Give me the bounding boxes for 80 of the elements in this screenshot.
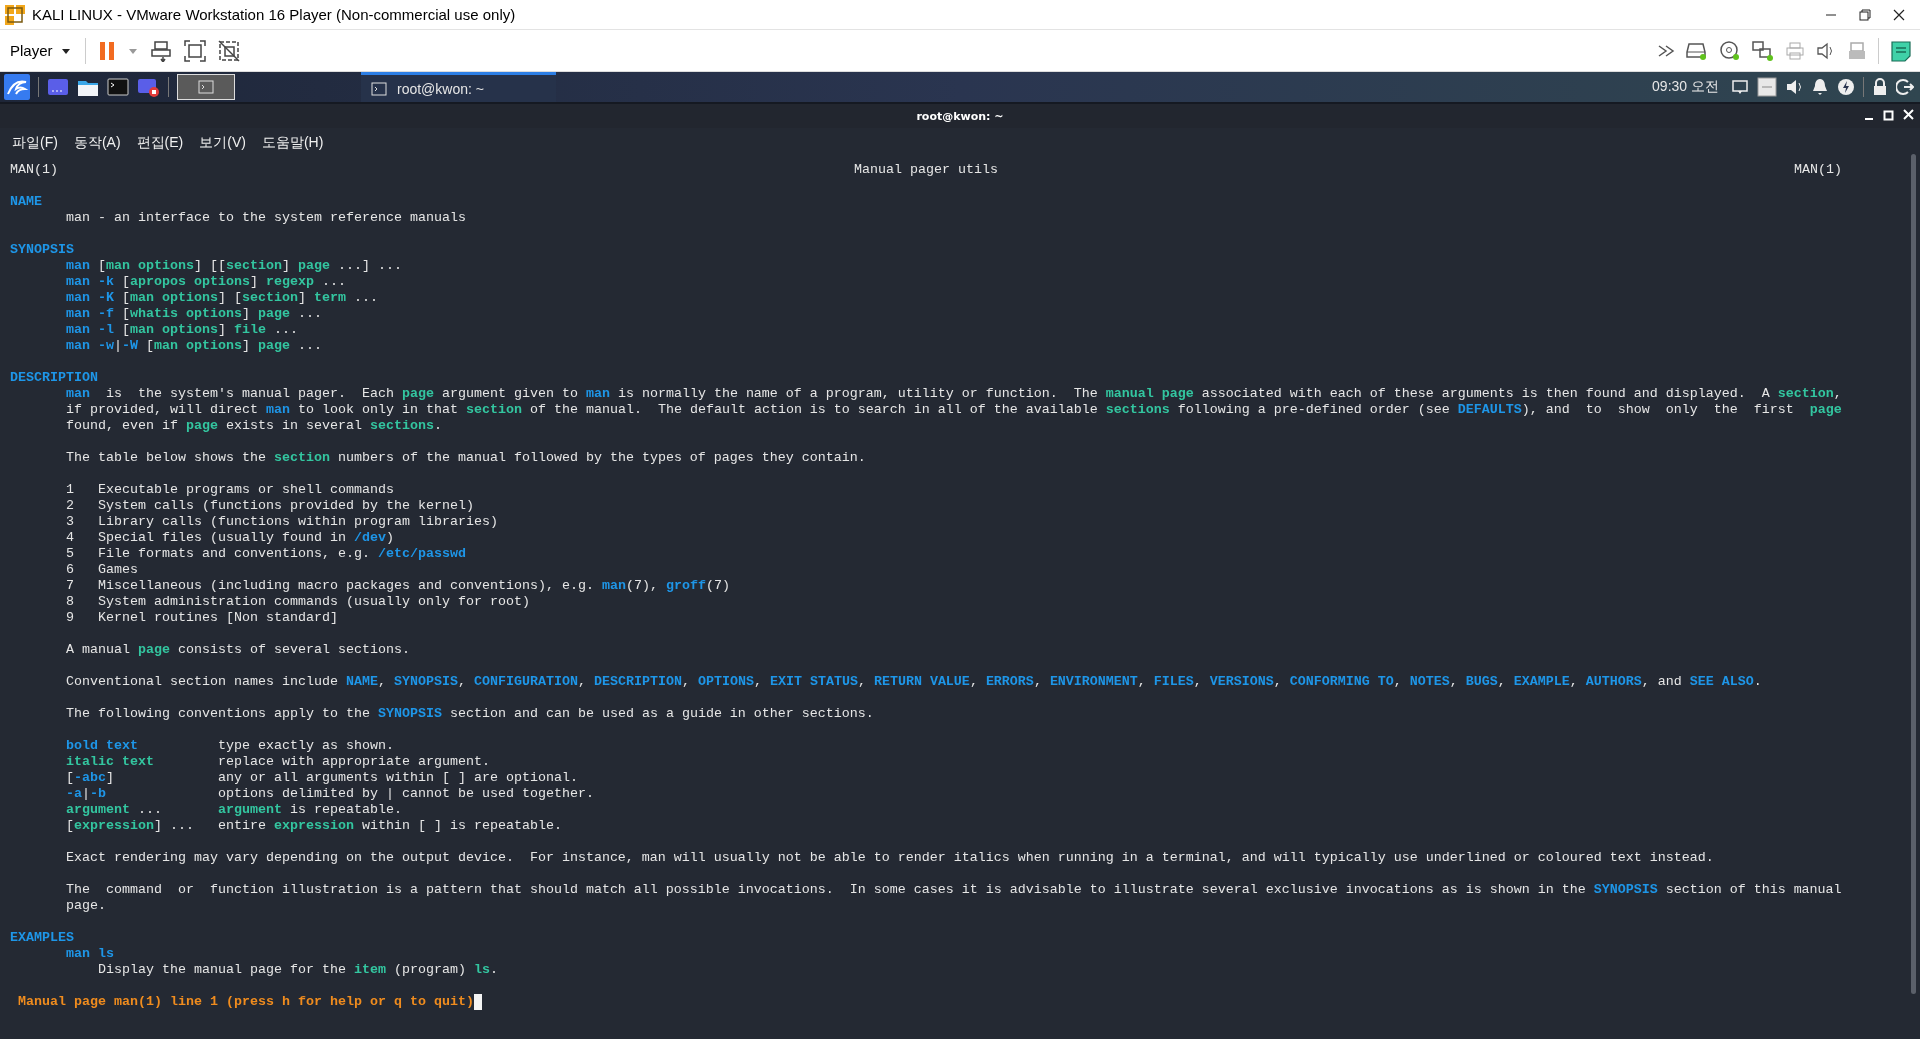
- text-line: man -w|-W [man options] page ...: [66, 338, 322, 353]
- text-line: man -f [whatis options] page ...: [66, 306, 322, 321]
- text-line: page.: [66, 898, 106, 913]
- text-line: man is the system's manual pager. Each page argument given to man is normally the name of a program, utility or function. The manual page associated with each of these arguments is then found and displayed. A section,: [66, 386, 1842, 401]
- section-heading: NAME: [10, 194, 43, 210]
- text-line: 8 System administration commands (usually only for root): [66, 594, 530, 609]
- section-heading: DESCRIPTION: [10, 370, 99, 386]
- display-icon[interactable]: [1731, 78, 1749, 96]
- network-icon[interactable]: [1752, 39, 1774, 62]
- text-line: 2 System calls (functions provided by the kernel): [66, 498, 474, 513]
- man-header-text: Manual pager utils: [854, 162, 998, 178]
- text-line: [expression] ... entire expression within [ ] is repeatable.: [66, 818, 562, 833]
- text-line: man -l [man options] file ...: [66, 322, 298, 337]
- menu-item[interactable]: 보기(V): [191, 132, 254, 154]
- text-line: found, even if page exists in several sections.: [66, 418, 442, 433]
- volume-icon[interactable]: [1785, 77, 1803, 97]
- text-line: The table below shows the section numbers of the manual followed by the types of pages they contain.: [66, 450, 866, 465]
- app-logo-icon: [4, 3, 26, 26]
- scrollbar[interactable]: [1911, 154, 1916, 994]
- text-line: man ls: [66, 946, 114, 961]
- text-line: argument ... argument is repeatable.: [66, 802, 402, 817]
- text-line: Exact rendering may vary depending on the output device. For instance, man will usually not be able to render italics when running in a terminal, and will typically use underlined or coloured text instead.: [66, 850, 1714, 865]
- text-line: if provided, will direct man to look only in that section of the manual. The default action is to search in all of the available sections following a pre-defined order (see DEFAULTS), and to show only the first page: [66, 402, 1842, 417]
- text-line: The command or function illustration is a pattern that should match all possible invocations. In some cases it is advisable to illustrate several exclusive invocations as is shown in the SYNOPSIS section of this manual: [66, 882, 1842, 897]
- menu-item[interactable]: 도움말(H): [253, 132, 332, 154]
- workspace-button[interactable]: [177, 74, 235, 100]
- pause-icon[interactable]: [97, 40, 116, 61]
- text-line: bold text type exactly as shown.: [66, 738, 394, 753]
- text-line: 6 Games: [66, 562, 138, 577]
- text-line: italic text replace with appropriate argument.: [66, 754, 490, 769]
- close-icon[interactable]: [1892, 7, 1906, 22]
- man-header-text: MAN(1): [10, 162, 59, 178]
- text-line: 7 Miscellaneous (including macro packages and conventions), e.g. man(7), groff(7): [66, 578, 730, 593]
- text-line: 5 File formats and conventions, e.g. /etc/passwd: [66, 546, 466, 561]
- text-line: Display the manual page for the item (program) ls.: [98, 962, 498, 977]
- text-line: [-abc] any or all arguments within [ ] are optional.: [66, 770, 578, 785]
- bell-icon[interactable]: [1811, 77, 1829, 97]
- window-title: KALI LINUX - VMware Workstation 16 Player (Non-commercial use only): [32, 6, 517, 23]
- logout-icon[interactable]: [1896, 78, 1914, 96]
- caret-icon[interactable]: [127, 46, 138, 55]
- lock-icon[interactable]: [1872, 78, 1888, 96]
- menu-item[interactable]: 동작(A): [65, 132, 129, 154]
- notes-icon[interactable]: [1890, 39, 1912, 62]
- text-line: 4 Special files (usually found in /dev): [66, 530, 394, 545]
- menu-item[interactable]: 편집(E): [128, 132, 192, 154]
- text-line: The following conventions apply to the SYNOPSIS section and can be used as a guide in other sections.: [66, 706, 874, 721]
- menu-item[interactable]: 파일(F): [4, 132, 66, 154]
- text-line: -a|-b options delimited by | cannot be used together.: [66, 786, 594, 801]
- text-line: 9 Kernel routines [Non standard]: [66, 610, 338, 625]
- power-icon[interactable]: [1837, 78, 1855, 96]
- restore-icon[interactable]: [1858, 7, 1872, 22]
- text-line: man [man options] [[section] page ...] ...: [66, 258, 402, 273]
- text-line: man - an interface to the system reference manuals: [66, 210, 466, 225]
- clock-text[interactable]: 09:30 오전: [1652, 78, 1719, 96]
- dragon-menu-icon[interactable]: [4, 74, 30, 100]
- screen-recorder-icon[interactable]: [137, 76, 160, 98]
- terminal-icon: [371, 81, 387, 96]
- text-line: A manual page consists of several sections.: [66, 642, 410, 657]
- text-line: man -k [apropos options] regexp ...: [66, 274, 346, 289]
- terminal-icon: [198, 80, 214, 94]
- double-chevron-icon[interactable]: [1657, 42, 1675, 59]
- maximize-icon[interactable]: [1883, 109, 1894, 121]
- send-keys-icon[interactable]: [149, 39, 172, 62]
- player-menu-button[interactable]: Player: [8, 40, 73, 61]
- text-line: 1 Executable programs or shell commands: [66, 482, 394, 497]
- fullscreen-icon[interactable]: [183, 39, 206, 62]
- cd-icon[interactable]: [1719, 39, 1741, 62]
- window-app-icon[interactable]: [47, 76, 69, 98]
- pager-status-line: Manual page man(1) line 1 (press h for help or q to quit): [18, 994, 474, 1010]
- man-header-text: MAN(1): [1794, 162, 1842, 178]
- text-line: Conventional section names include NAME, SYNOPSIS, CONFIGURATION, DESCRIPTION, OPTIONS, EXIT STATUS, RETURN VALUE, ERRORS, ENVIRONMENT, FILES, VERSIONS, CONFORMING TO, NOTES, BUGS, EXAMPLE, AUTHORS, and SEE ALSO.: [66, 674, 1762, 689]
- terminal-title: root@kwon: ~: [916, 109, 1004, 123]
- text-line: man -K [man options] [section] term ...: [66, 290, 378, 305]
- text-cursor: [473, 994, 482, 1010]
- terminal-icon[interactable]: [107, 76, 129, 98]
- section-heading: SYNOPSIS: [10, 242, 75, 258]
- caret-icon: [60, 46, 71, 55]
- taskbar-window-button[interactable]: root@kwon: ~: [361, 72, 556, 102]
- section-heading: EXAMPLES: [10, 930, 75, 946]
- text-line: 3 Library calls (functions within program libraries): [66, 514, 498, 529]
